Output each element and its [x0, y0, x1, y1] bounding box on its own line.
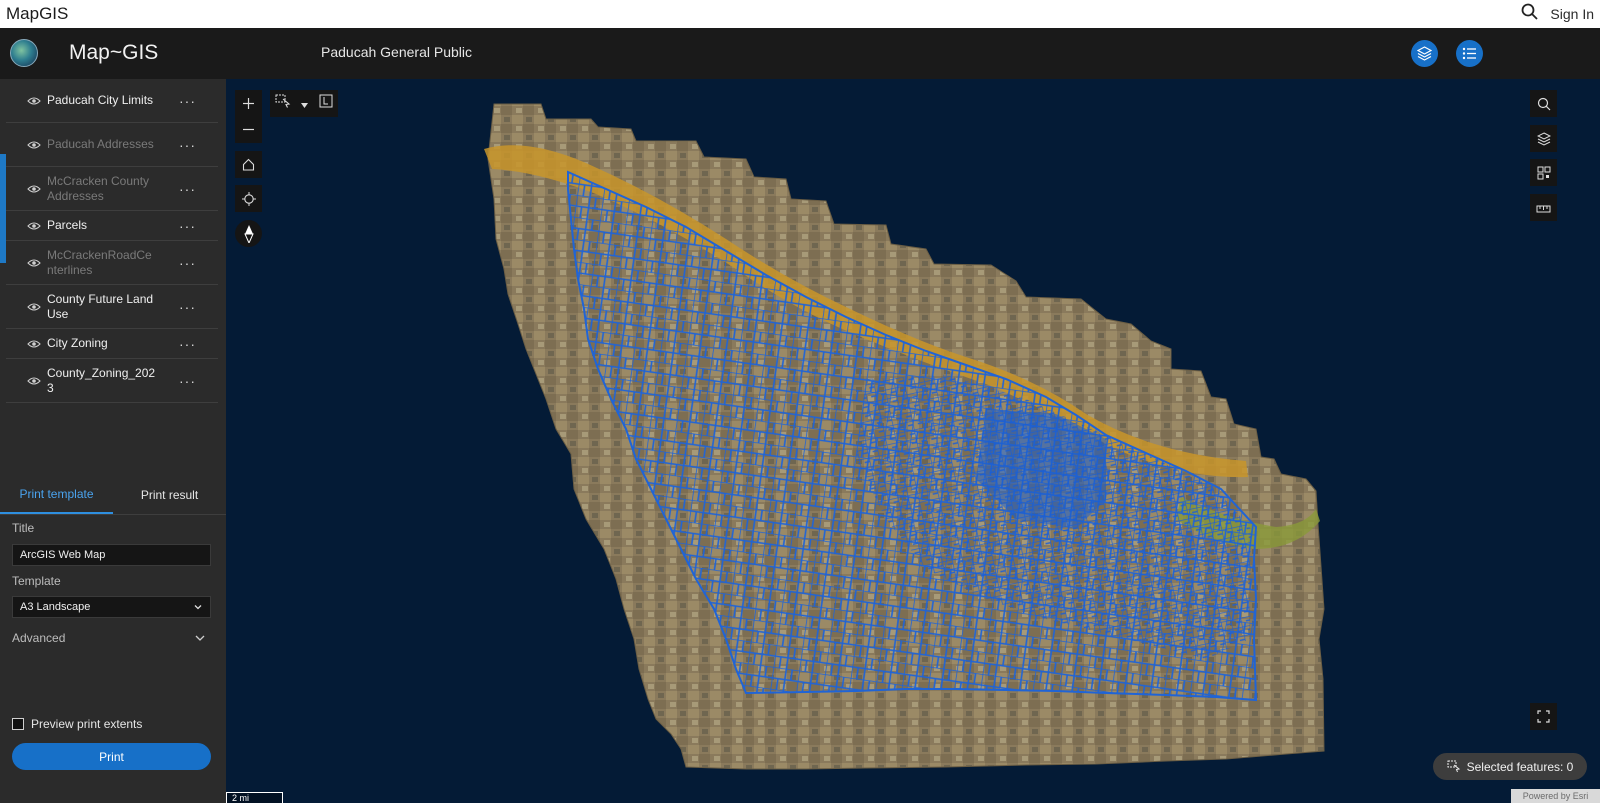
title-input[interactable]: ArcGIS Web Map [12, 544, 211, 566]
print-button[interactable]: Print [12, 743, 211, 770]
layer-item[interactable]: McCrackenRoadCenterlines ··· [6, 241, 218, 285]
layer-name: McCracken County Addresses [47, 173, 150, 203]
app-subtitle: Paducah General Public [321, 44, 472, 60]
qr-code-button[interactable] [1530, 159, 1557, 186]
title-label: Title [12, 521, 35, 535]
fullscreen-button[interactable] [1530, 703, 1557, 730]
caret-down-icon[interactable] [301, 95, 309, 113]
more-options-icon[interactable]: ··· [179, 255, 196, 271]
home-button[interactable] [235, 151, 262, 178]
layer-name: County Future Land Use [47, 291, 154, 321]
advanced-toggle[interactable]: Advanced [12, 631, 211, 645]
clear-selection-icon[interactable] [319, 94, 333, 113]
qr-code-icon [1537, 166, 1550, 179]
layer-item[interactable]: County Future Land Use ··· [6, 285, 218, 329]
scale-bar: 2 mi [226, 792, 283, 803]
eye-icon[interactable] [27, 302, 41, 312]
layer-item[interactable]: Paducah Addresses ··· [6, 123, 218, 167]
eye-icon[interactable] [27, 184, 41, 194]
layer-item[interactable]: Parcels ··· [6, 211, 218, 241]
more-options-icon[interactable]: ··· [179, 93, 196, 109]
more-options-icon[interactable]: ··· [179, 137, 196, 153]
sign-in-link[interactable]: Sign In [1550, 6, 1594, 22]
layer-name: City Zoning [47, 336, 108, 350]
select-tool-icon[interactable] [275, 94, 291, 113]
layers-icon [1417, 46, 1432, 61]
layer-item[interactable]: Paducah City Limits ··· [6, 79, 218, 123]
zoom-controls [235, 90, 262, 143]
eye-icon[interactable] [27, 140, 41, 150]
app-title: Map~GIS [69, 41, 159, 64]
selected-features-label: Selected features: 0 [1466, 759, 1574, 774]
layer-item[interactable]: City Zoning ··· [6, 329, 218, 359]
fullscreen-icon [1537, 710, 1550, 723]
selection-toolbar [270, 90, 338, 117]
layer-name: Parcels [47, 218, 88, 232]
compass-icon [243, 224, 254, 243]
template-select[interactable]: A3 Landscape [12, 596, 211, 618]
minus-icon[interactable] [242, 117, 255, 143]
search-icon[interactable] [1521, 3, 1539, 25]
locate-icon [241, 191, 256, 206]
more-options-icon[interactable]: ··· [179, 181, 196, 197]
measure-icon [1536, 205, 1551, 212]
more-options-icon[interactable]: ··· [179, 373, 196, 389]
layer-list: Paducah City Limits ··· Paducah Addresse… [6, 79, 218, 403]
preview-checkbox[interactable] [12, 718, 24, 730]
layers-button[interactable] [1411, 40, 1438, 67]
template-value: A3 Landscape [20, 601, 91, 613]
layer-name: Paducah Addresses [47, 137, 154, 151]
chevron-down-icon [195, 635, 205, 641]
brand-name[interactable]: MapGIS [6, 4, 68, 24]
layer-name: McCrackenRoadCenterlines [47, 247, 152, 277]
left-panel: Paducah City Limits ··· Paducah Addresse… [0, 79, 226, 803]
top-bar-actions: Sign In [1521, 3, 1594, 25]
layer-name: County_Zoning_2023 [47, 365, 156, 395]
chevron-down-icon [194, 605, 202, 610]
measure-button[interactable] [1530, 194, 1557, 221]
template-label: Template [12, 574, 61, 588]
city-logo [10, 39, 38, 67]
print-tabs: Print template Print result [0, 475, 226, 515]
eye-icon[interactable] [27, 96, 41, 106]
layer-name: Paducah City Limits [47, 93, 154, 107]
preview-extents[interactable]: Preview print extents [12, 717, 142, 731]
tab-print-template[interactable]: Print template [0, 475, 113, 514]
eye-icon[interactable] [27, 339, 41, 349]
home-icon [242, 158, 255, 171]
more-options-icon[interactable]: ··· [179, 336, 196, 352]
eye-icon[interactable] [27, 258, 41, 268]
advanced-label: Advanced [12, 631, 66, 645]
map-view[interactable]: Selected features: 0 2 mi Powered by Esr… [226, 79, 1600, 803]
layers-icon [1536, 131, 1551, 146]
eye-icon[interactable] [27, 376, 41, 386]
tab-print-result[interactable]: Print result [113, 475, 226, 514]
map-search-button[interactable] [1530, 90, 1557, 117]
eye-icon[interactable] [27, 221, 41, 231]
basemap-button[interactable] [1530, 125, 1557, 152]
preview-label: Preview print extents [31, 717, 143, 731]
more-options-icon[interactable]: ··· [179, 218, 196, 234]
selection-icon [1447, 760, 1460, 773]
compass-button[interactable] [235, 220, 262, 247]
app-header: Map~GIS Paducah General Public [0, 28, 1600, 79]
layer-item[interactable]: County_Zoning_2023 ··· [6, 359, 218, 403]
plus-icon[interactable] [242, 91, 255, 117]
esri-attribution[interactable]: Powered by Esri [1511, 789, 1600, 803]
layer-item[interactable]: McCracken County Addresses ··· [6, 167, 218, 211]
more-options-icon[interactable]: ··· [179, 299, 196, 315]
top-bar: MapGIS Sign In [0, 0, 1600, 28]
legend-icon [1462, 47, 1476, 60]
legend-button[interactable] [1456, 40, 1483, 67]
selected-features-button[interactable]: Selected features: 0 [1433, 753, 1587, 780]
locate-button[interactable] [235, 185, 262, 212]
search-icon [1537, 97, 1550, 110]
map-canvas[interactable] [226, 79, 1600, 803]
